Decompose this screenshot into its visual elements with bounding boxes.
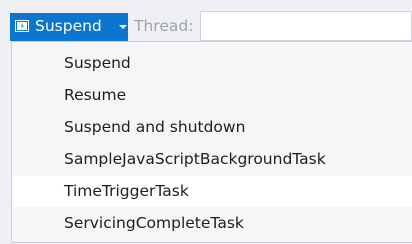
menu-item-label: Resume: [64, 86, 127, 104]
suspend-dropdown-button[interactable]: Suspend: [10, 13, 128, 41]
menu-item-label: TimeTriggerTask: [64, 182, 189, 200]
menu-item-label: Suspend and shutdown: [64, 118, 246, 136]
menu-item-label: ServicingCompleteTask: [64, 214, 244, 232]
menu-item-servicing-complete-task[interactable]: ServicingCompleteTask: [12, 208, 412, 239]
menu-item-resume[interactable]: Resume: [12, 80, 412, 111]
thread-label: Thread:: [134, 17, 194, 35]
suspend-lifecycle-icon: [15, 20, 29, 32]
menu-item-time-trigger-task[interactable]: TimeTriggerTask: [12, 176, 412, 207]
lifecycle-events-menu: Suspend Resume Suspend and shutdown Samp…: [11, 41, 412, 243]
menu-item-label: Suspend: [64, 54, 131, 72]
menu-item-sample-javascript-background-task[interactable]: SampleJavaScriptBackgroundTask: [12, 144, 412, 175]
thread-dropdown[interactable]: [200, 11, 412, 41]
menu-item-suspend[interactable]: Suspend: [12, 48, 412, 79]
suspend-button-label: Suspend: [35, 17, 102, 35]
chevron-down-icon[interactable]: [119, 25, 127, 29]
menu-item-label: SampleJavaScriptBackgroundTask: [64, 150, 326, 168]
menu-item-suspend-and-shutdown[interactable]: Suspend and shutdown: [12, 112, 412, 143]
debug-location-toolbar: Suspend Thread:: [0, 0, 412, 42]
